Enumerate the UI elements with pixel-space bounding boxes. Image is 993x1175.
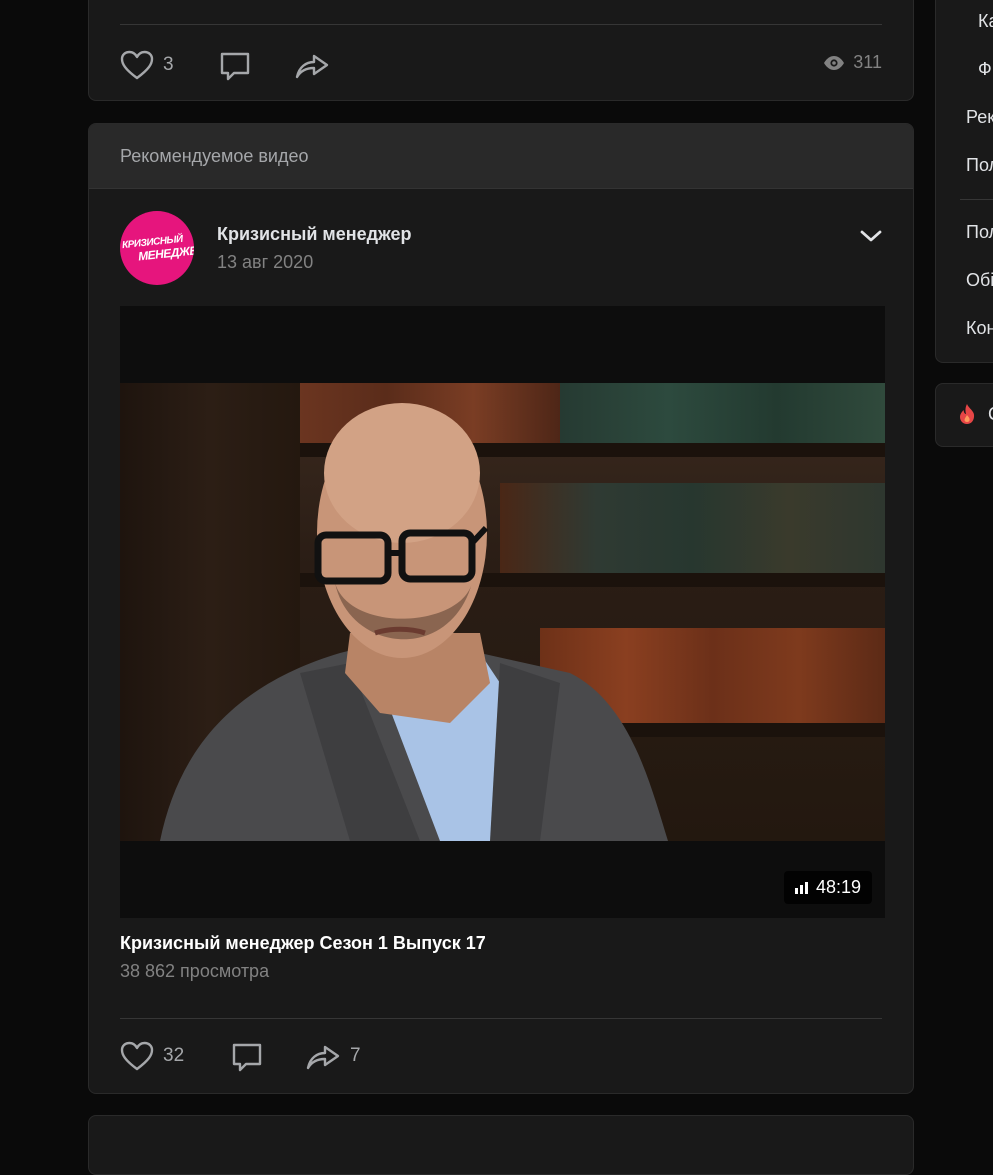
avatar[interactable]: КРИЗИСНЫЙ МЕНЕДЖЕР — [120, 211, 194, 285]
comment-icon — [220, 52, 250, 81]
divider — [120, 24, 882, 25]
sidebar-item[interactable]: Ка — [978, 11, 993, 32]
sidebar-item[interactable]: Пол — [966, 155, 993, 176]
share-count: 7 — [350, 1045, 361, 1066]
post-card-next — [88, 1115, 914, 1175]
sidebar-item[interactable]: Рек — [966, 107, 993, 128]
comment-button[interactable] — [219, 50, 251, 82]
share-icon — [295, 54, 329, 79]
video-frame — [120, 383, 885, 841]
like-count: 3 — [163, 54, 174, 75]
eye-icon — [824, 55, 845, 70]
post-card-previous: 3 311 — [88, 0, 914, 101]
sidebar-menu: Ка Ф Рек Пол Пол Обі Кон — [935, 0, 993, 363]
trending-widget[interactable]: С — [935, 383, 993, 447]
fire-icon — [960, 404, 975, 424]
comment-icon — [232, 1043, 262, 1072]
video-thumbnail[interactable]: 48:19 — [120, 306, 885, 918]
comment-button[interactable] — [231, 1041, 263, 1073]
sidebar-item[interactable]: Ф — [978, 59, 992, 80]
share-button[interactable] — [294, 51, 330, 79]
like-button[interactable]: 3 — [120, 50, 174, 80]
video-duration-badge: 48:19 — [783, 871, 872, 904]
like-button[interactable]: 32 — [120, 1041, 184, 1071]
chevron-down-icon — [860, 230, 882, 242]
like-count: 32 — [163, 1045, 185, 1066]
recommended-video-card: Рекомендуемое видео КРИЗИСНЫЙ МЕНЕДЖЕР К… — [88, 123, 914, 1094]
section-title: Рекомендуемое видео — [89, 124, 913, 189]
sidebar-item[interactable]: Кон — [966, 318, 993, 339]
video-title[interactable]: Кризисный менеджер Сезон 1 Выпуск 17 — [120, 933, 486, 954]
video-duration: 48:19 — [815, 877, 861, 897]
video-person-image — [160, 403, 668, 841]
view-count-value: 311 — [853, 52, 882, 72]
heart-icon — [120, 50, 154, 80]
divider — [960, 199, 993, 200]
video-view-count: 38 862 просмотра — [120, 961, 270, 981]
heart-icon — [120, 1041, 154, 1071]
more-options-button[interactable] — [859, 228, 883, 249]
author-name[interactable]: Кризисный менеджер — [217, 224, 412, 245]
view-count: 311 — [823, 52, 882, 73]
divider — [120, 1018, 882, 1019]
share-icon — [306, 1045, 340, 1070]
signal-bars-icon — [794, 881, 808, 894]
sidebar-item[interactable]: Обі — [966, 270, 993, 291]
trending-label: С — [988, 404, 993, 425]
sidebar-item[interactable]: Пол — [966, 222, 993, 243]
post-date[interactable]: 13 авг 2020 — [217, 252, 313, 273]
share-button[interactable]: 7 — [305, 1042, 361, 1070]
